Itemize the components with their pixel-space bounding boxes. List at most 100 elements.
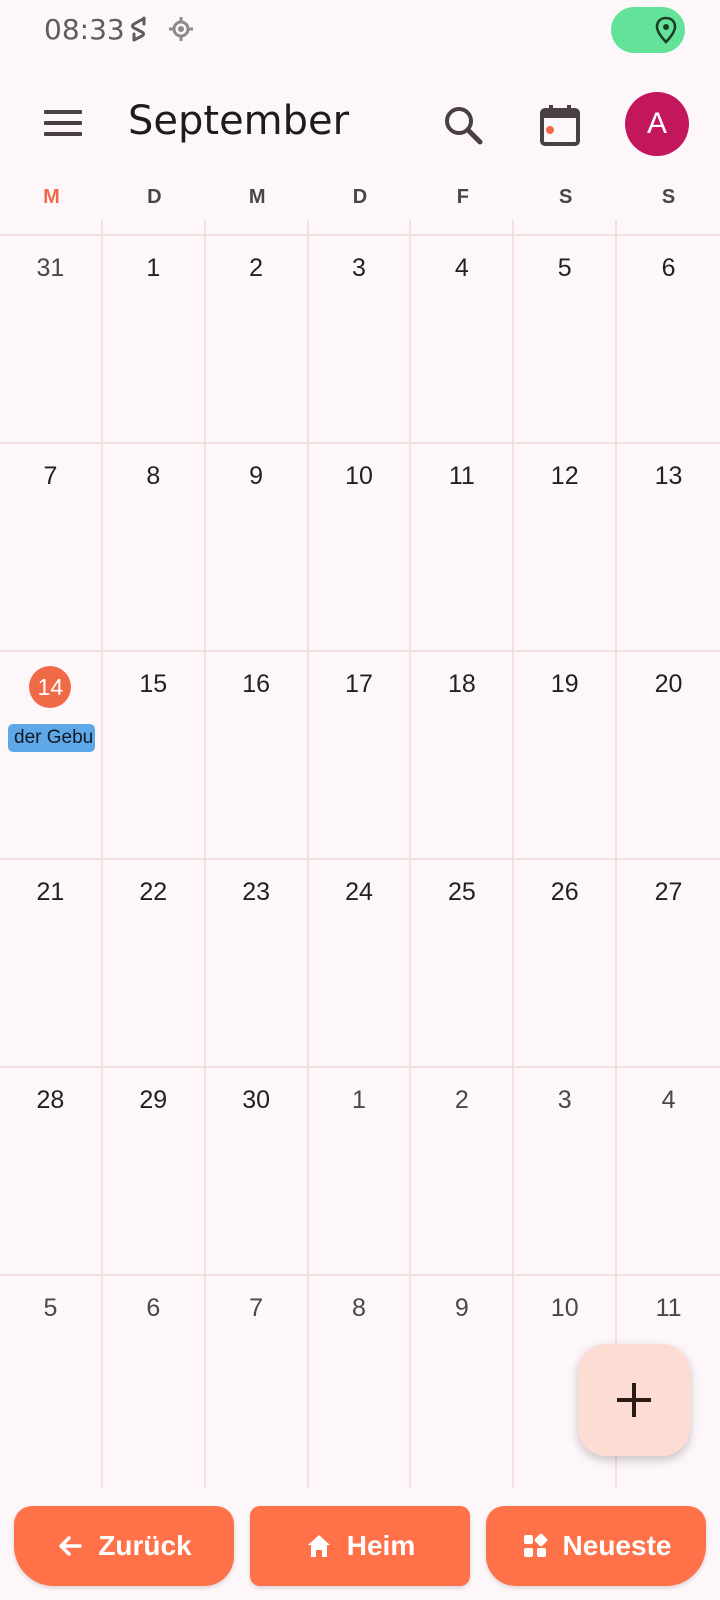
day-number: 11 bbox=[448, 462, 475, 490]
day-number: 13 bbox=[654, 462, 683, 490]
arrow-left-icon bbox=[56, 1532, 84, 1560]
day-number: 12 bbox=[550, 462, 579, 490]
day-number: 2 bbox=[454, 1086, 469, 1114]
day-cell[interactable]: 4 bbox=[617, 1066, 720, 1274]
day-cell[interactable]: 9 bbox=[411, 1274, 515, 1488]
day-cell[interactable]: 6 bbox=[102, 1274, 206, 1488]
home-button[interactable]: Heim bbox=[250, 1506, 470, 1586]
day-number: 24 bbox=[345, 878, 373, 906]
today-marker: 14 bbox=[29, 666, 72, 708]
day-cell[interactable]: 18 bbox=[411, 650, 515, 858]
day-number: 10 bbox=[550, 1294, 579, 1322]
day-cell[interactable]: 3 bbox=[308, 234, 412, 442]
day-cell[interactable]: 7 bbox=[0, 442, 103, 650]
day-cell[interactable]: 17 bbox=[308, 650, 412, 858]
day-number: 10 bbox=[345, 462, 373, 490]
day-cell[interactable]: 5 bbox=[514, 234, 618, 442]
day-number: 8 bbox=[352, 1294, 366, 1322]
recent-button[interactable]: Neueste bbox=[486, 1506, 706, 1586]
day-cell[interactable]: 7 bbox=[205, 1274, 309, 1488]
day-cell[interactable]: 21 bbox=[0, 858, 103, 1066]
day-number: 3 bbox=[352, 254, 366, 282]
day-number: 16 bbox=[242, 670, 271, 698]
day-number: 6 bbox=[146, 1294, 161, 1322]
day-cell[interactable]: 11 bbox=[411, 442, 515, 650]
day-cell[interactable]: 24 bbox=[308, 858, 412, 1066]
location-icon bbox=[655, 16, 677, 44]
day-number: 19 bbox=[550, 670, 579, 698]
page-title: September bbox=[128, 98, 350, 144]
avatar[interactable]: A bbox=[625, 92, 689, 156]
weekday-label: S bbox=[661, 186, 676, 208]
day-cell[interactable]: 3 bbox=[514, 1066, 618, 1274]
day-cell[interactable]: 2 bbox=[411, 1066, 515, 1274]
grid-divider bbox=[0, 220, 103, 234]
event-chip[interactable]: der Gebu bbox=[8, 724, 95, 752]
day-cell[interactable]: 13 bbox=[617, 442, 720, 650]
menu-icon bbox=[44, 110, 82, 136]
day-number: 17 bbox=[345, 670, 373, 698]
add-event-button[interactable] bbox=[578, 1344, 690, 1456]
grid-divider bbox=[103, 220, 206, 234]
back-button[interactable]: Zurück bbox=[14, 1506, 234, 1586]
day-cell[interactable]: 31 bbox=[0, 234, 103, 442]
day-number: 6 bbox=[661, 254, 676, 282]
day-number: 25 bbox=[447, 878, 476, 906]
day-cell[interactable]: 6 bbox=[617, 234, 720, 442]
status-bar: 08:33 bbox=[0, 0, 720, 60]
day-cell[interactable]: 5 bbox=[0, 1274, 103, 1488]
calendar-today-icon bbox=[540, 105, 580, 146]
day-cell[interactable]: 8 bbox=[308, 1274, 412, 1488]
day-number: 26 bbox=[550, 878, 579, 906]
day-cell[interactable]: 1 bbox=[102, 234, 206, 442]
day-cell[interactable]: 22 bbox=[102, 858, 206, 1066]
grid-divider bbox=[617, 220, 720, 234]
day-number: 21 bbox=[36, 878, 65, 906]
weekday-label: F bbox=[456, 186, 469, 208]
day-cell[interactable]: 4 bbox=[411, 234, 515, 442]
day-cell[interactable]: 30 bbox=[205, 1066, 309, 1274]
day-cell[interactable]: 25 bbox=[411, 858, 515, 1066]
day-cell[interactable]: 10 bbox=[308, 442, 412, 650]
day-cell[interactable]: 1 bbox=[308, 1066, 412, 1274]
home-icon bbox=[305, 1532, 333, 1560]
day-number: 30 bbox=[242, 1086, 271, 1114]
day-number: 8 bbox=[146, 462, 161, 490]
day-number: 23 bbox=[242, 878, 271, 906]
day-cell[interactable]: 15 bbox=[102, 650, 206, 858]
day-cell[interactable]: 20 bbox=[617, 650, 720, 858]
day-cell[interactable]: 26 bbox=[514, 858, 618, 1066]
weekday-label: M bbox=[43, 186, 60, 208]
day-number: 18 bbox=[447, 670, 476, 698]
search-icon bbox=[445, 107, 483, 145]
day-cell[interactable]: 16 bbox=[205, 650, 309, 858]
day-cell[interactable]: 9 bbox=[205, 442, 309, 650]
gps-icon bbox=[166, 14, 196, 44]
day-cell[interactable]: 29 bbox=[102, 1066, 206, 1274]
day-cell[interactable]: 23 bbox=[205, 858, 309, 1066]
day-cell[interactable]: 19 bbox=[514, 650, 618, 858]
app-bar: September A bbox=[0, 78, 720, 170]
recent-label: Neueste bbox=[562, 1530, 672, 1561]
day-cell-today[interactable]: 14 der Gebu bbox=[0, 650, 103, 858]
day-cell[interactable]: 28 bbox=[0, 1066, 103, 1274]
day-cell[interactable]: 8 bbox=[102, 442, 206, 650]
day-number: 2 bbox=[249, 254, 264, 282]
home-label: Heim bbox=[346, 1530, 416, 1561]
grid-divider bbox=[206, 220, 309, 234]
day-cell[interactable]: 2 bbox=[205, 234, 309, 442]
day-number: 27 bbox=[654, 878, 683, 906]
today-button[interactable] bbox=[536, 102, 584, 150]
day-number: 9 bbox=[454, 1294, 469, 1322]
day-number: 4 bbox=[661, 1086, 676, 1114]
sync-icon bbox=[124, 14, 154, 44]
day-number: 29 bbox=[139, 1086, 168, 1114]
day-number: 5 bbox=[43, 1294, 58, 1322]
weekday-header: M D M D F S S bbox=[0, 186, 720, 216]
month-grid: 31 1 2 3 4 5 6 7 8 9 10 11 12 13 14 der … bbox=[0, 220, 720, 1488]
menu-button[interactable] bbox=[40, 102, 88, 146]
plus-icon bbox=[617, 1383, 651, 1417]
search-button[interactable] bbox=[440, 102, 488, 150]
day-cell[interactable]: 12 bbox=[514, 442, 618, 650]
day-cell[interactable]: 27 bbox=[617, 858, 720, 1066]
